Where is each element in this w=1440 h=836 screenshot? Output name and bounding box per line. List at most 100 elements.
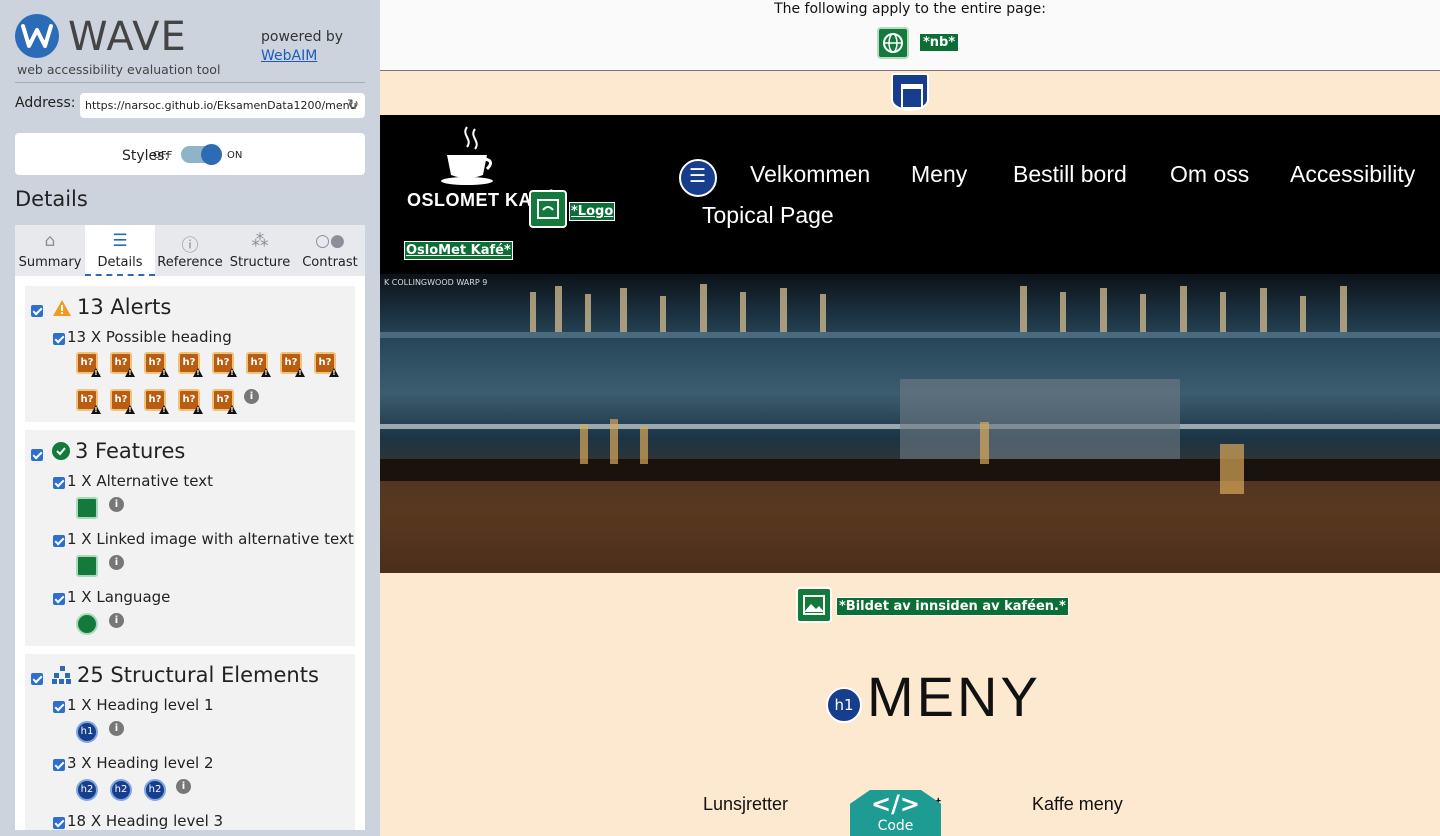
possible-heading-icon[interactable]: h? — [314, 352, 336, 374]
wave-sidebar: WAVE web accessibility evaluation tool p… — [0, 0, 380, 836]
nav-bestill-bord[interactable]: Bestill bord — [1013, 161, 1127, 188]
nav-velkommen[interactable]: Velkommen — [750, 161, 870, 188]
language-checkbox[interactable] — [53, 593, 65, 605]
possible-heading-label: 13 X Possible heading — [67, 328, 232, 346]
warning-icon — [53, 300, 71, 316]
heading1-label: 1 X Heading level 1 — [67, 696, 214, 714]
site-header: OSLOMET KAFÉ *Logo OsloMet Kafé* Velkomm… — [380, 115, 1440, 274]
nav-meny[interactable]: Meny — [911, 161, 967, 188]
possible-heading-icon[interactable]: h? — [212, 389, 234, 411]
structure-title: 25 Structural Elements — [77, 663, 319, 687]
styles-toggle[interactable] — [181, 144, 222, 165]
page-heading: MENY — [867, 665, 1041, 728]
link-image-icon[interactable] — [529, 190, 567, 228]
hierarchy-icon: ⁂ — [251, 231, 269, 251]
page-preview: The following apply to the entire page: … — [380, 0, 1440, 836]
list-icon: ☰ — [112, 231, 128, 251]
home-icon: ⌂ — [44, 231, 56, 251]
possible-heading-icon[interactable]: h? — [178, 352, 200, 374]
logo-alt-badge[interactable]: *Logo — [569, 202, 616, 221]
globe-icon[interactable] — [76, 613, 98, 635]
alerts-title: 13 Alerts — [77, 295, 172, 319]
details-heading: Details — [15, 187, 88, 211]
possible-heading-icon[interactable]: h? — [246, 352, 268, 374]
linked-image-checkbox[interactable] — [53, 535, 65, 547]
alerts-group: 13 Alerts 13 X Possible heading h? h? h?… — [25, 286, 355, 422]
logo-alt-badge-2[interactable]: OsloMet Kafé* — [404, 241, 513, 260]
unordered-list-icon[interactable] — [679, 159, 717, 197]
menu-kaffe-meny[interactable]: Kaffe meny — [1032, 794, 1123, 815]
styles-on-label: ON — [227, 150, 243, 161]
info-icon[interactable]: i — [176, 779, 191, 794]
check-circle-icon — [52, 442, 70, 460]
possible-heading-icon[interactable]: h? — [212, 352, 234, 374]
tab-label: Details — [97, 255, 143, 270]
globe-icon[interactable] — [877, 27, 909, 59]
info-icon[interactable]: i — [109, 613, 124, 628]
code-button[interactable]: </> Code — [850, 790, 941, 836]
possible-heading-icon[interactable]: h? — [178, 389, 200, 411]
nav-om-oss[interactable]: Om oss — [1170, 161, 1249, 188]
language-label: 1 X Language — [67, 588, 171, 606]
tab-label: Contrast — [302, 255, 358, 270]
heading1-icon[interactable]: h1 — [76, 721, 98, 743]
tab-summary[interactable]: ⌂ Summary — [15, 225, 85, 276]
tab-structure[interactable]: ⁂ Structure — [225, 225, 295, 276]
apply-text: The following apply to the entire page: — [774, 1, 1046, 17]
tab-label: Summary — [18, 255, 82, 270]
possible-heading-icon[interactable]: h? — [144, 389, 166, 411]
info-icon[interactable]: i — [244, 389, 259, 404]
heading3-label: 18 X Heading level 3 — [67, 812, 224, 830]
hero-alt-badge: *Bildet av innsiden av kaféen.* — [836, 597, 1069, 616]
possible-heading-icon[interactable]: h? — [76, 352, 98, 374]
alerts-checkbox[interactable] — [31, 305, 43, 317]
possible-heading-icon[interactable]: h? — [110, 352, 132, 374]
heading1-checkbox[interactable] — [53, 701, 65, 713]
heading2-checkbox[interactable] — [53, 759, 65, 771]
details-panel: 13 Alerts 13 X Possible heading h? h? h?… — [15, 276, 365, 830]
link-image-icon[interactable] — [76, 555, 98, 577]
info-icon[interactable]: i — [109, 497, 124, 512]
address-value: https://narsoc.github.io/EksamenData1200… — [85, 99, 357, 112]
info-icon[interactable]: i — [109, 555, 124, 570]
alt-text-label: 1 X Alternative text — [67, 472, 214, 490]
structure-checkbox[interactable] — [31, 673, 43, 685]
tab-label: Structure — [229, 255, 291, 270]
hero-image: K COLLINGWOOD WARP 9 — [380, 274, 1440, 573]
styles-toggle-box: Styles: OFF ON — [15, 133, 365, 175]
reload-icon[interactable]: ↻ — [347, 97, 359, 113]
features-title: 3 Features — [75, 439, 186, 463]
possible-heading-checkbox[interactable] — [53, 333, 65, 345]
possible-heading-icon[interactable]: h? — [280, 352, 302, 374]
image-alt-icon[interactable] — [796, 587, 832, 623]
heading2-icon[interactable]: h2 — [144, 779, 166, 801]
possible-heading-icon[interactable]: h? — [76, 389, 98, 411]
linked-image-label: 1 X Linked image with alternative text — [67, 530, 354, 548]
divider — [15, 82, 365, 83]
nav-topical-page[interactable]: Topical Page — [702, 202, 834, 229]
toggle-knob — [201, 144, 222, 165]
alt-text-checkbox[interactable] — [53, 477, 65, 489]
heading2-icon[interactable]: h2 — [76, 779, 98, 801]
tab-contrast[interactable]: ○● Contrast — [295, 225, 365, 276]
contrast-icon: ○● — [315, 231, 345, 251]
tab-reference[interactable]: ⓘ Reference — [155, 225, 225, 276]
possible-heading-icon[interactable]: h? — [144, 352, 166, 374]
structure-group: 25 Structural Elements 1 X Heading level… — [25, 654, 355, 830]
header-region-icon[interactable] — [891, 73, 929, 111]
hierarchy-icon — [52, 666, 71, 684]
features-checkbox[interactable] — [31, 449, 43, 461]
wave-subtitle: web accessibility evaluation tool — [17, 62, 221, 77]
nav-accessibility[interactable]: Accessibility — [1290, 161, 1415, 188]
address-label: Address: — [15, 95, 76, 111]
possible-heading-icon[interactable]: h? — [110, 389, 132, 411]
tab-details[interactable]: ☰ Details — [85, 225, 155, 276]
info-icon[interactable]: i — [109, 721, 124, 736]
heading2-icon[interactable]: h2 — [110, 779, 132, 801]
address-input[interactable]: https://narsoc.github.io/EksamenData1200… — [80, 93, 365, 118]
heading1-icon[interactable]: h1 — [826, 687, 862, 723]
image-icon[interactable] — [76, 497, 98, 519]
menu-lunsjretter[interactable]: Lunsjretter — [703, 794, 788, 815]
webaim-link[interactable]: WebAIM — [261, 47, 343, 66]
heading3-checkbox[interactable] — [53, 817, 65, 829]
